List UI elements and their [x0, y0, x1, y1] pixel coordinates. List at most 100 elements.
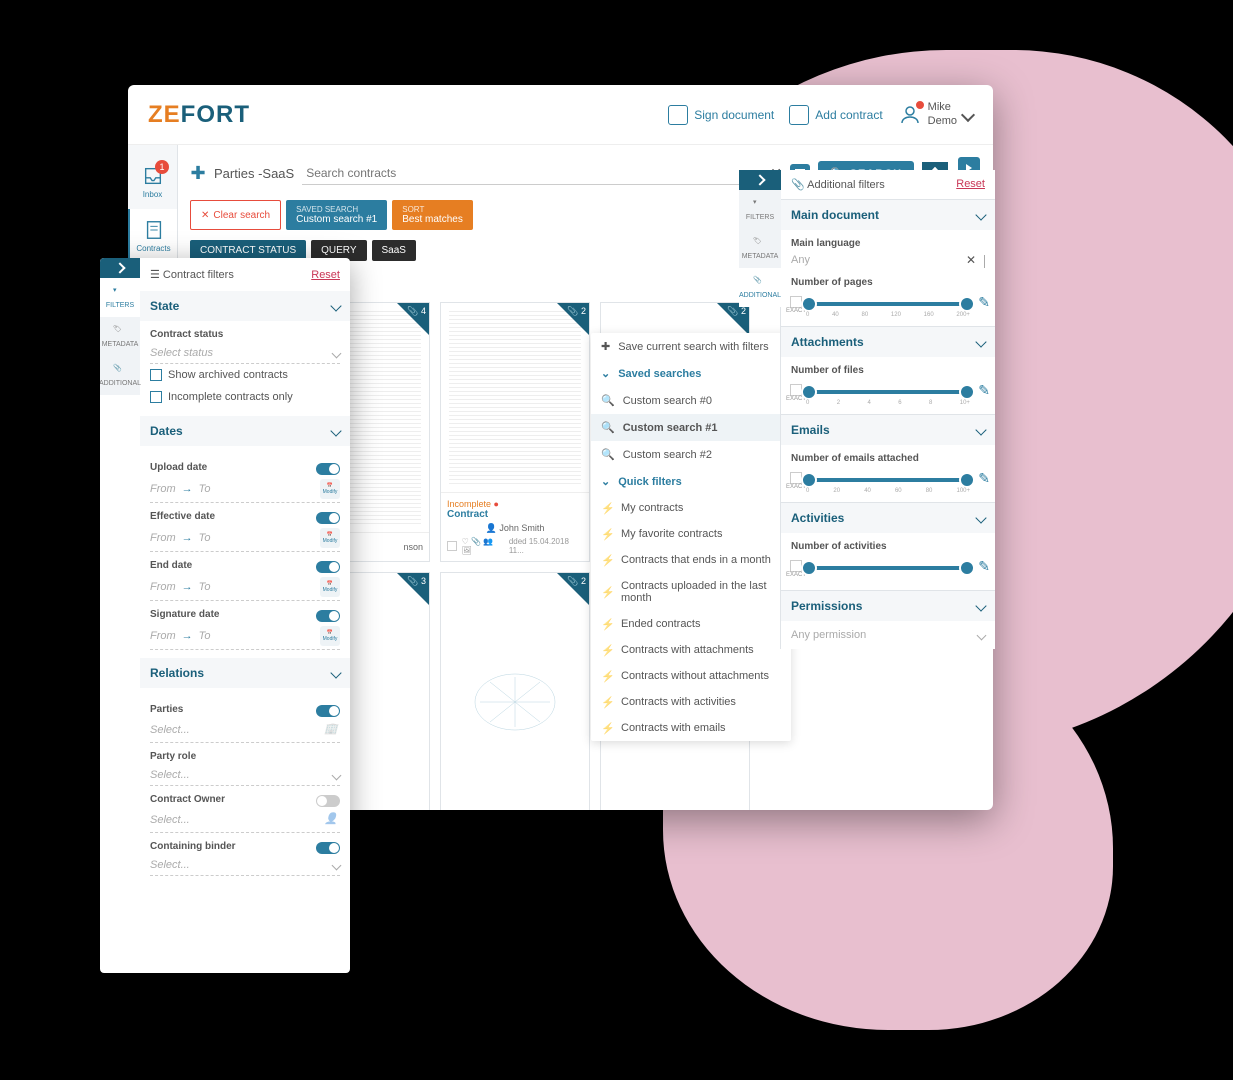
header: ZEFORT Sign document Add contract MikeDe…	[128, 85, 993, 145]
quick-filter-item[interactable]: ⚡My favorite contracts	[591, 521, 791, 547]
search-input[interactable]	[302, 162, 762, 185]
quick-filter-item[interactable]: ⚡Contracts that ends in a month	[591, 547, 791, 573]
chevron-down-icon	[961, 107, 975, 121]
emails-label: Number of emails attached	[791, 453, 985, 464]
sort-chip[interactable]: SORTBest matches	[392, 200, 473, 230]
activities-slider[interactable]: EXACT ✎	[791, 558, 985, 582]
quick-filter-item[interactable]: ⚡Contracts with activities	[591, 689, 791, 715]
add-label: Add contract	[815, 108, 882, 122]
saved-search-item[interactable]: 🔍Custom search #2	[591, 441, 791, 468]
section-state[interactable]: State	[140, 291, 350, 321]
section-permissions[interactable]: Permissions	[781, 591, 995, 621]
main-lang-select[interactable]: Any✕	[791, 253, 985, 267]
tab-additional[interactable]: 📎ADDITIONAL	[100, 356, 140, 395]
nav-inbox[interactable]: 1 Inbox	[128, 155, 177, 209]
permissions-select[interactable]: Any permission	[791, 629, 985, 641]
edit-icon[interactable]: ✎	[978, 558, 990, 575]
upload-date-range[interactable]: From→To📅Modify	[150, 476, 340, 503]
edit-icon[interactable]: ✎	[978, 382, 990, 399]
tag-icon: 🏷	[753, 237, 767, 251]
pages-slider[interactable]: EXACT 04080120160200+ ✎	[791, 294, 985, 318]
section-relations[interactable]: Relations	[140, 658, 350, 688]
parties-label: Parties	[150, 704, 183, 715]
status-select[interactable]: Select status	[150, 343, 340, 364]
quick-filter-item[interactable]: ⚡Contracts uploaded in the last month	[591, 573, 791, 611]
section-emails[interactable]: Emails	[781, 415, 995, 445]
add-criterion-button[interactable]: ✚	[190, 166, 206, 182]
funnel-icon: ▾	[113, 286, 127, 300]
emails-slider[interactable]: EXACT 020406080100+ ✎	[791, 470, 985, 494]
upload-date-toggle[interactable]	[316, 463, 340, 475]
saved-searches-header[interactable]: ⌄Saved searches	[591, 360, 791, 387]
saved-search-item[interactable]: 🔍Custom search #1	[591, 414, 791, 441]
section-main-document[interactable]: Main document	[781, 200, 995, 230]
card-title: Contract	[447, 509, 488, 520]
edit-icon[interactable]: ✎	[978, 470, 990, 487]
effective-date-toggle[interactable]	[316, 512, 340, 524]
quick-filter-item[interactable]: ⚡Contracts with attachments	[591, 637, 791, 663]
binder-toggle[interactable]	[316, 842, 340, 854]
clear-search-chip[interactable]: ✕Clear search	[190, 200, 281, 230]
main-lang-label: Main language	[791, 238, 985, 249]
end-date-range[interactable]: From→To📅Modify	[150, 574, 340, 601]
quick-filter-item[interactable]: ⚡Contracts without attachments	[591, 663, 791, 689]
saved-search-chip[interactable]: SAVED SEARCHCustom search #1	[286, 200, 387, 230]
attachment-badge: 📎 2	[727, 306, 746, 317]
quick-filters-header[interactable]: ⌄Quick filters	[591, 468, 791, 495]
contract-card[interactable]: 📎 2 Incomplete ● Contract 👤 John Smith ♡…	[440, 302, 590, 562]
panel-title: Contract filters	[163, 269, 234, 281]
add-contract-button[interactable]: Add contract	[789, 105, 882, 125]
owner-label: Contract Owner	[150, 794, 225, 805]
incomplete-checkbox[interactable]: Incomplete contracts only	[150, 386, 340, 408]
tab-filters[interactable]: ▾FILTERS	[739, 190, 781, 229]
inbox-badge: 1	[155, 160, 169, 174]
reset-link[interactable]: Reset	[311, 269, 340, 281]
parties-select[interactable]: Select...🏢	[150, 718, 340, 743]
quick-filter-item[interactable]: ⚡Contracts with emails	[591, 715, 791, 741]
quick-filter-item[interactable]: ⚡My contracts	[591, 495, 791, 521]
save-search-item[interactable]: ✚Save current search with filters	[591, 333, 791, 360]
logo: ZEFORT	[148, 101, 250, 129]
section-attachments[interactable]: Attachments	[781, 327, 995, 357]
additional-filters-panel: ▾FILTERS 🏷METADATA 📎ADDITIONAL 📎 Additio…	[780, 170, 995, 649]
binder-select[interactable]: Select...	[150, 855, 340, 876]
tab-filters[interactable]: ▾FILTERS	[100, 278, 140, 317]
signature-date-range[interactable]: From→To📅Modify	[150, 623, 340, 650]
user-name: Mike	[928, 101, 957, 114]
right-panel-tabs: ▾FILTERS 🏷METADATA 📎ADDITIONAL	[739, 170, 781, 307]
section-dates[interactable]: Dates	[140, 416, 350, 446]
saas-chip[interactable]: SaaS	[372, 240, 416, 261]
saved-search-item[interactable]: 🔍Custom search #0	[591, 387, 791, 414]
tab-metadata[interactable]: 🏷METADATA	[739, 229, 781, 268]
card-status: Incomplete	[447, 499, 491, 509]
parties-toggle[interactable]	[316, 705, 340, 717]
effective-date-range[interactable]: From→To📅Modify	[150, 525, 340, 552]
collapse-panel-button[interactable]	[739, 170, 781, 190]
nav-contracts[interactable]: Contracts	[128, 209, 177, 263]
contracts-icon	[143, 219, 165, 241]
signature-date-label: Signature date	[150, 609, 219, 620]
party-role-label: Party role	[150, 751, 196, 762]
collapse-panel-button[interactable]	[100, 258, 140, 278]
activities-label: Number of activities	[791, 541, 985, 552]
files-slider[interactable]: EXACT 0246810+ ✎	[791, 382, 985, 406]
upload-date-label: Upload date	[150, 462, 207, 473]
section-activities[interactable]: Activities	[781, 503, 995, 533]
edit-icon[interactable]: ✎	[978, 294, 990, 311]
archived-checkbox[interactable]: Show archived contracts	[150, 364, 340, 386]
notification-badge	[915, 100, 925, 110]
owner-select[interactable]: Select...👤	[150, 808, 340, 833]
search-dropdown: ✚Save current search with filters ⌄Saved…	[591, 333, 791, 741]
panel-title: Additional filters	[807, 179, 885, 191]
contract-card[interactable]: 📎 2	[440, 572, 590, 810]
party-role-select[interactable]: Select...	[150, 765, 340, 786]
user-menu[interactable]: MikeDemo	[898, 101, 973, 127]
tab-additional[interactable]: 📎ADDITIONAL	[739, 268, 781, 307]
owner-toggle[interactable]	[316, 795, 340, 807]
reset-link[interactable]: Reset	[956, 178, 985, 191]
signature-date-toggle[interactable]	[316, 610, 340, 622]
quick-filter-item[interactable]: ⚡Ended contracts	[591, 611, 791, 637]
end-date-toggle[interactable]	[316, 561, 340, 573]
tab-metadata[interactable]: 🏷METADATA	[100, 317, 140, 356]
sign-document-button[interactable]: Sign document	[668, 105, 774, 125]
